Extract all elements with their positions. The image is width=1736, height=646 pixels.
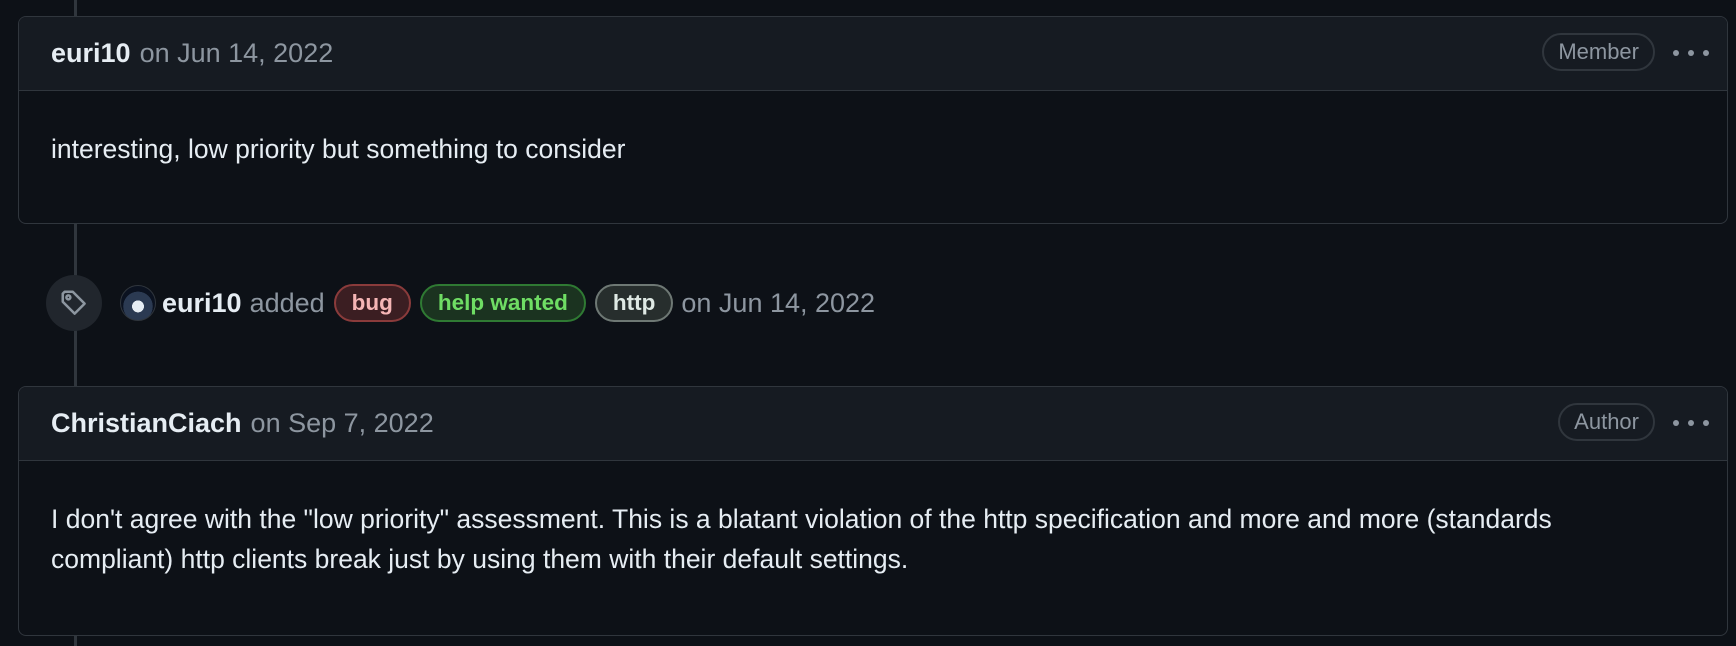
comment-euri10: euri10 on Jun 14, 2022 Member interestin… bbox=[18, 16, 1728, 224]
event-date[interactable]: on Jun 14, 2022 bbox=[681, 288, 875, 319]
timeline-line-top bbox=[74, 0, 77, 16]
comment-options-icon[interactable] bbox=[1673, 39, 1709, 67]
avatar[interactable] bbox=[120, 285, 156, 321]
label-bug[interactable]: bug bbox=[333, 284, 411, 322]
label-event: euri10 added bug help wanted http on Jun… bbox=[46, 275, 875, 331]
comment-header: euri10 on Jun 14, 2022 Member bbox=[19, 17, 1727, 91]
comment-body: interesting, low priority but something … bbox=[51, 134, 626, 164]
event-action: added bbox=[249, 287, 325, 318]
label-help-wanted[interactable]: help wanted bbox=[419, 284, 586, 322]
comment-options-icon[interactable] bbox=[1673, 409, 1709, 437]
comment-body: I don't agree with the "low priority" as… bbox=[51, 504, 1552, 574]
comment-author[interactable]: euri10 bbox=[51, 38, 131, 69]
comment-header: ChristianCiach on Sep 7, 2022 Author bbox=[19, 387, 1727, 461]
label-http[interactable]: http bbox=[594, 284, 674, 322]
comment-author[interactable]: ChristianCiach bbox=[51, 408, 242, 439]
timeline-line-bottom bbox=[74, 636, 77, 646]
comment-date[interactable]: on Sep 7, 2022 bbox=[251, 408, 434, 439]
member-badge: Member bbox=[1542, 33, 1655, 71]
comment-date[interactable]: on Jun 14, 2022 bbox=[140, 38, 334, 69]
comment-christianciach: ChristianCiach on Sep 7, 2022 Author I d… bbox=[18, 386, 1728, 636]
tag-icon bbox=[46, 275, 102, 331]
event-author[interactable]: euri10 bbox=[162, 288, 242, 319]
author-badge: Author bbox=[1558, 403, 1655, 441]
